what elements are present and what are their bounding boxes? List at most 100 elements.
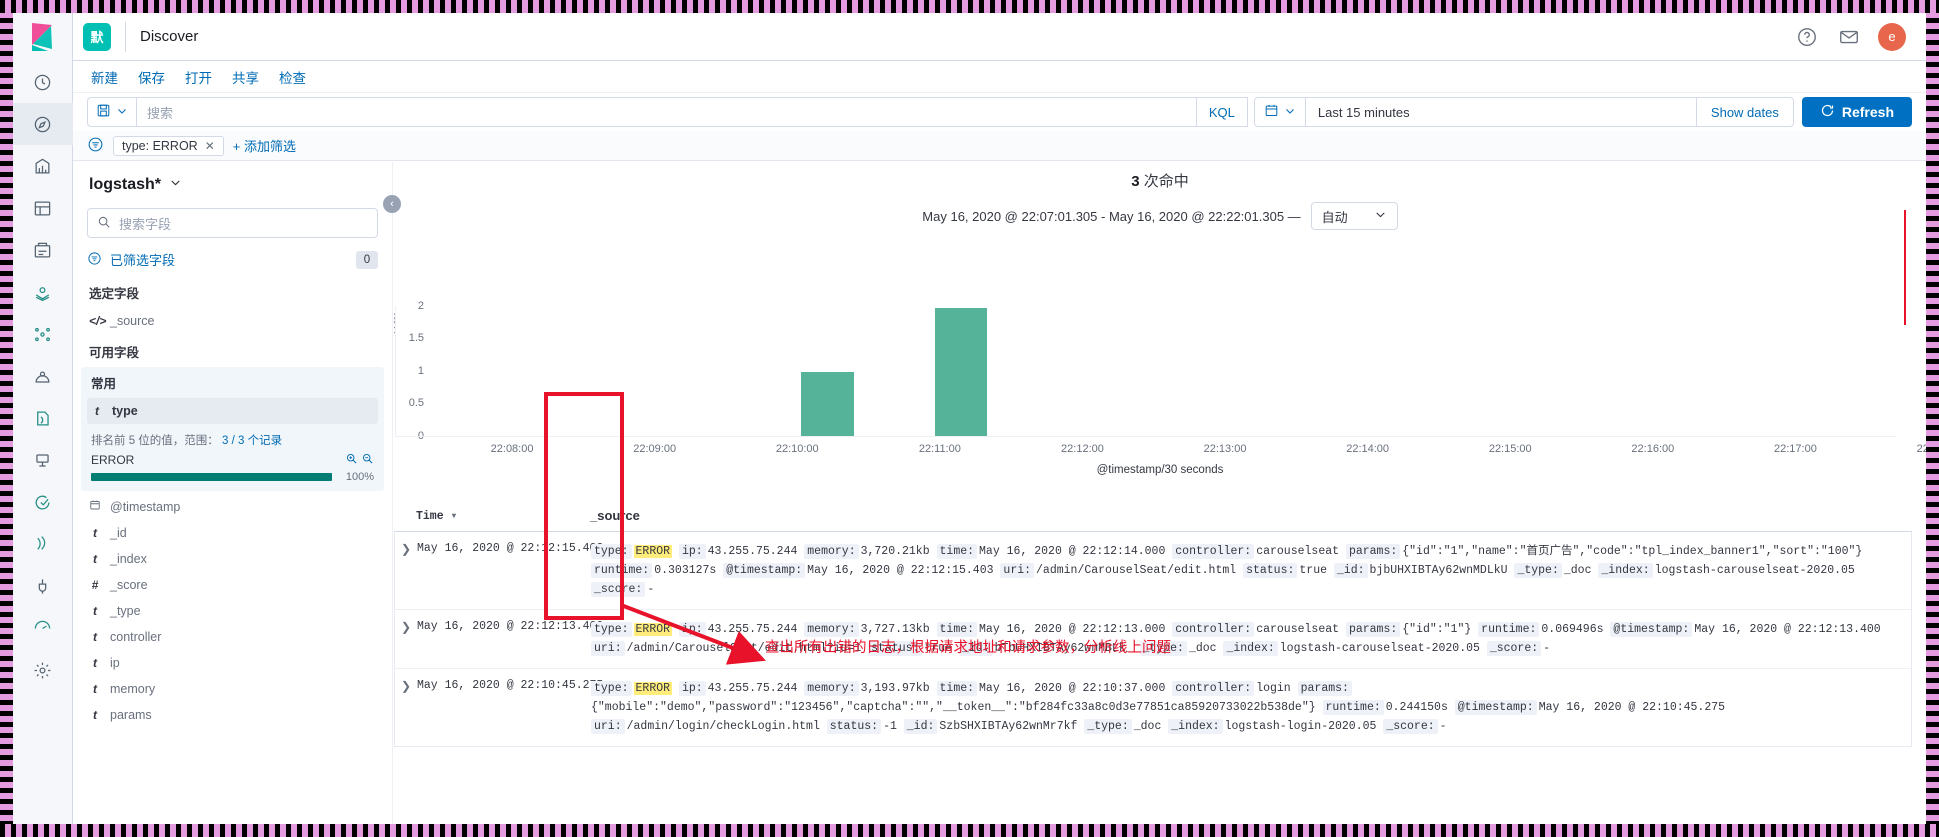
field-value: May 16, 2020 @ 22:12:13.400 [1694, 623, 1881, 636]
field-value: May 16, 2020 @ 22:10:37.000 [979, 682, 1166, 695]
expand-row-icon[interactable]: ❯ [395, 620, 417, 658]
rail-item-visualize[interactable] [13, 145, 73, 187]
field-item-doctype[interactable]: t _type [87, 598, 378, 624]
avatar[interactable]: e [1878, 22, 1906, 51]
chevron-down-icon [169, 176, 182, 194]
field-search-input[interactable]: 搜索字段 [87, 208, 378, 238]
field-item-memory[interactable]: t memory [87, 676, 378, 702]
field-value: {"mobile":"demo","password":"123456","ca… [591, 701, 1316, 714]
rail-item-infrastructure[interactable] [13, 397, 73, 439]
field-key: memory: [804, 544, 859, 559]
chart-bar[interactable] [934, 307, 987, 436]
time-range-display[interactable]: Last 15 minutes [1306, 105, 1696, 120]
time-column-header[interactable]: Time ▾ [416, 508, 590, 523]
field-key: ip: [678, 544, 706, 559]
table-row[interactable]: ❯ May 16, 2020 @ 22:12:15.403 type: ERROR… [395, 532, 1911, 610]
field-key: status: [826, 719, 882, 734]
field-item-timestamp[interactable]: @timestamp [87, 493, 378, 520]
mail-icon[interactable] [1836, 24, 1862, 50]
close-icon[interactable]: ✕ [205, 139, 215, 153]
menu-share[interactable]: 共享 [232, 67, 259, 87]
field-name: _index [110, 552, 147, 566]
table-row[interactable]: ❯ May 16, 2020 @ 22:10:45.275 type: ERROR… [395, 669, 1911, 746]
date-picker-quick-menu[interactable] [1255, 103, 1305, 121]
rail-item-siem[interactable] [13, 523, 73, 565]
rail-item-dev-tools[interactable] [13, 565, 73, 607]
rail-item-canvas[interactable] [13, 229, 73, 271]
filter-pill-type-error[interactable]: type: ERROR ✕ [113, 135, 224, 156]
magnify-plus-icon[interactable] [345, 452, 358, 468]
rail-item-recent[interactable] [13, 61, 73, 103]
query-bar: 搜索 KQL Last 15 minutes Show dates Refres… [73, 93, 1926, 131]
filtered-fields-count: 0 [356, 250, 378, 269]
space-badge[interactable]: 默 [83, 22, 111, 51]
field-value: _doc [1188, 642, 1217, 655]
menu-open[interactable]: 打开 [185, 67, 212, 87]
rail-item-graph[interactable] [13, 313, 73, 355]
collapse-left-icon[interactable]: ‹ [383, 195, 401, 213]
field-value: 43.255.75.244 [707, 682, 798, 695]
field-item-source[interactable]: </> _source [87, 308, 378, 334]
save-disk-icon [96, 103, 111, 121]
field-value: -1 [883, 720, 897, 733]
field-item-ip[interactable]: t ip [87, 650, 378, 676]
field-key: ip: [678, 681, 706, 696]
menu-save[interactable]: 保存 [138, 67, 165, 87]
saved-query-button[interactable] [87, 97, 136, 127]
index-pattern-selector[interactable]: logstash* [89, 176, 378, 194]
field-key: params: [1297, 681, 1352, 696]
show-dates-button[interactable]: Show dates [1697, 105, 1793, 120]
field-value-highlight: ERROR [633, 682, 673, 695]
field-item-id[interactable]: t _id [87, 520, 378, 546]
field-key: runtime: [1478, 622, 1540, 637]
field-key: @timestamp: [1610, 622, 1693, 637]
field-key: memory: [804, 622, 859, 637]
string-type-icon: t [95, 404, 99, 418]
rail-item-uptime[interactable] [13, 481, 73, 523]
rail-item-maps[interactable] [13, 271, 73, 313]
expand-row-icon[interactable]: ❯ [395, 542, 417, 599]
rail-item-discover[interactable] [13, 103, 73, 145]
string-type-icon: t [93, 604, 97, 618]
field-value: 3,720.21kb [860, 545, 930, 558]
field-item-controller[interactable]: t controller [87, 624, 378, 650]
field-value-bar [91, 473, 332, 481]
magnify-minus-icon[interactable] [361, 452, 374, 468]
filtered-fields-button[interactable]: 已筛选字段 0 [87, 250, 378, 269]
interval-select[interactable]: 自动 [1310, 202, 1398, 230]
x-tick: 22:18:00 [1916, 443, 1926, 455]
x-tick: 22:11:00 [918, 443, 961, 455]
field-value: logstash-carouselseat-2020.05 [1279, 642, 1480, 655]
rail-item-ml[interactable] [13, 355, 73, 397]
field-name: _source [110, 314, 155, 328]
rail-item-monitoring[interactable] [13, 607, 73, 649]
hits-label: 次命中 [1143, 173, 1189, 190]
field-item-score[interactable]: # _score [87, 572, 378, 598]
chart-bar[interactable] [801, 371, 854, 436]
refresh-button[interactable]: Refresh [1801, 97, 1912, 127]
annotation-text: 查出所有出错的日志，根据请求地址和请求参数，分析线上问题 [765, 640, 1171, 656]
field-key: controller: [1172, 544, 1255, 559]
field-item-type[interactable]: t type [87, 398, 378, 424]
help-circle-icon[interactable] [1794, 24, 1820, 50]
field-item-params[interactable]: t params [87, 702, 378, 728]
rail-item-dashboard[interactable] [13, 187, 73, 229]
kibana-logo[interactable] [13, 13, 73, 61]
source-type-icon: </> [89, 314, 107, 328]
top-header-bar: 默 Discover e [73, 13, 1926, 61]
field-item-index[interactable]: t _index [87, 546, 378, 572]
top-values-text: 排名前 5 位的值，范围： [91, 435, 219, 447]
search-input[interactable]: 搜索 [136, 97, 1197, 127]
rail-item-apm[interactable] [13, 439, 73, 481]
sort-desc-icon[interactable]: ▾ [451, 510, 458, 523]
add-filter-button[interactable]: + 添加筛选 [233, 136, 296, 155]
field-key: runtime: [591, 563, 653, 578]
field-key: _id: [903, 719, 938, 734]
menu-new[interactable]: 新建 [91, 67, 118, 87]
filter-icon[interactable] [87, 136, 104, 156]
chart-plot-area[interactable] [395, 306, 1896, 437]
rail-item-management[interactable] [13, 649, 73, 691]
menu-inspect[interactable]: 检查 [279, 67, 306, 87]
query-language-button[interactable]: KQL [1196, 97, 1248, 127]
expand-row-icon[interactable]: ❯ [395, 679, 417, 736]
